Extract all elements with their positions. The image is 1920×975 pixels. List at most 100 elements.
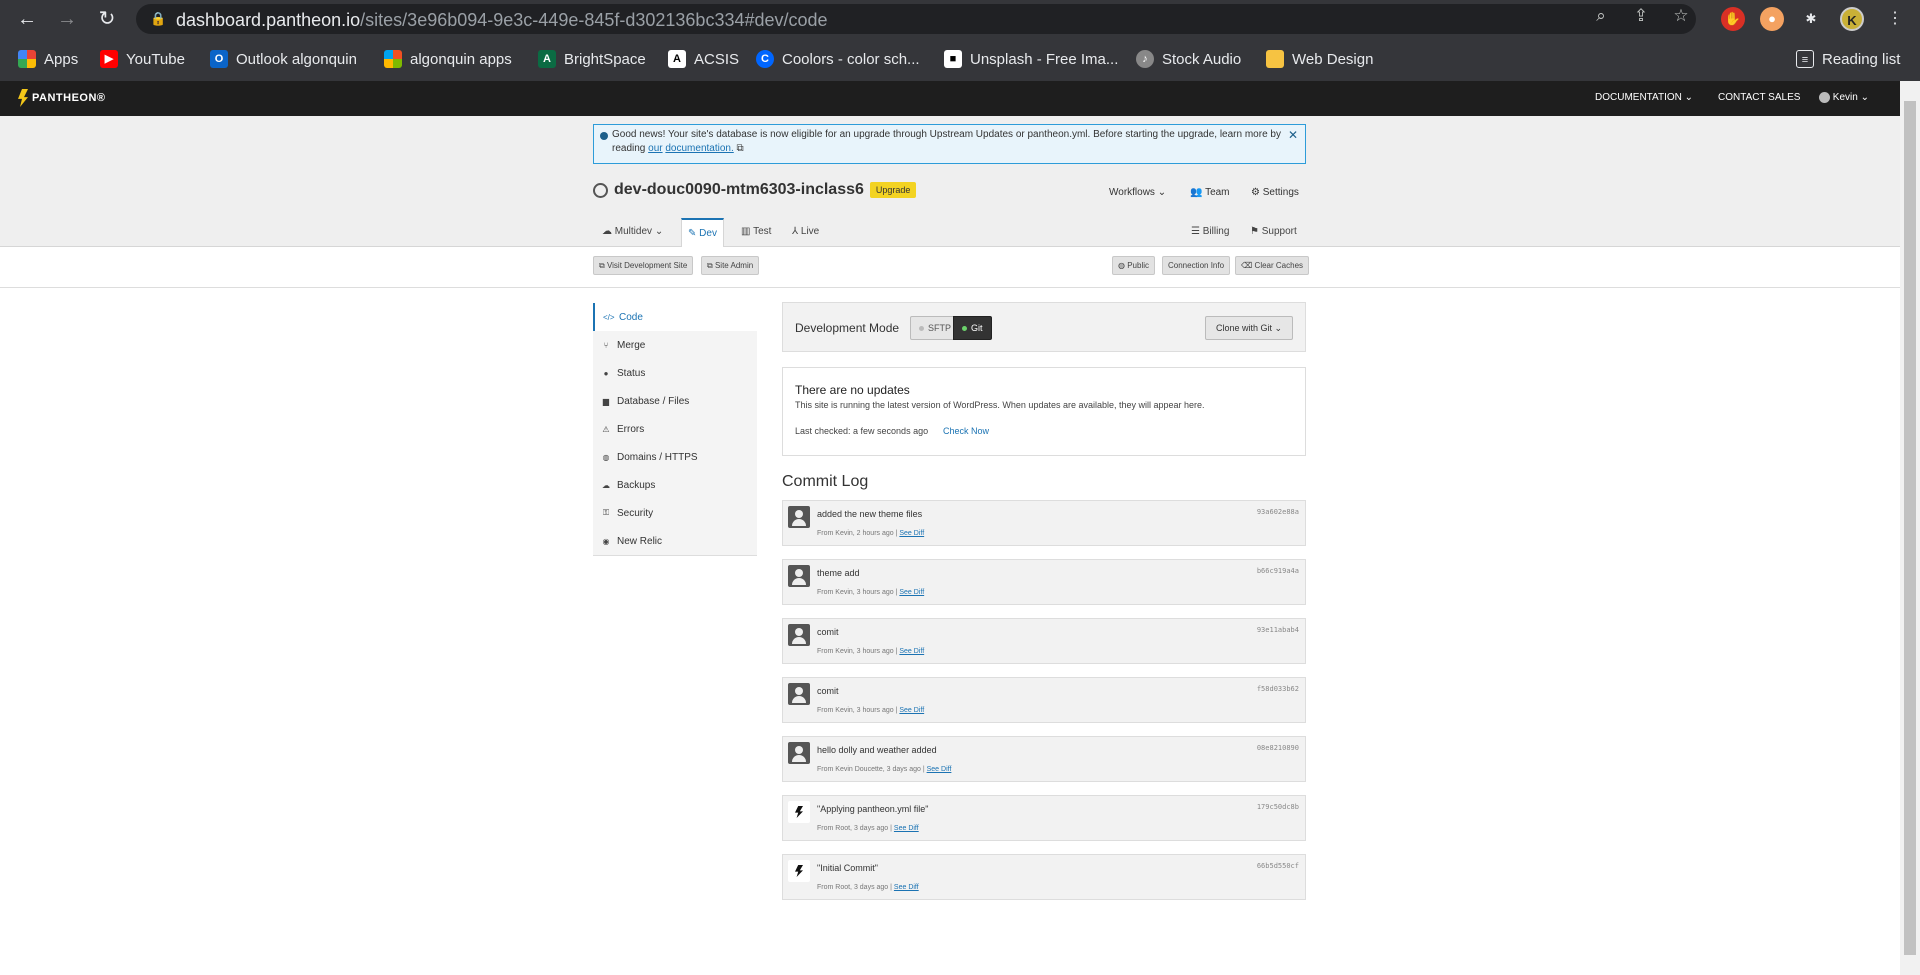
tab-test[interactable]: ▥ Test xyxy=(735,218,777,246)
commit-row: "Applying pantheon.yml file" 179c50dc8b … xyxy=(782,795,1306,841)
workflows-menu[interactable]: Workflows ⌄ xyxy=(1109,187,1166,198)
public-button[interactable]: ◍ Public xyxy=(1112,256,1156,275)
site-title: dev-douc0090-mtm6303-inclass6 Upgrade xyxy=(593,181,917,199)
user-avatar-icon xyxy=(788,565,810,587)
updates-description: This site is running the latest version … xyxy=(795,400,1205,410)
see-diff-link[interactable]: See Diff xyxy=(899,648,924,655)
user-avatar-icon xyxy=(788,506,810,528)
external-link-icon: ⧉ xyxy=(733,143,744,154)
sidenav-item-domains-https[interactable]: ◍ Domains / HTTPS xyxy=(593,443,757,471)
bookmark-stock-audio[interactable]: ♪ Stock Audio xyxy=(1136,48,1241,70)
user-avatar-icon xyxy=(788,742,810,764)
commit-meta: From Kevin, 3 hours ago | See Diff xyxy=(817,589,925,596)
acsis-icon: A xyxy=(668,50,686,68)
contact-sales-link[interactable]: CONTACT SALES xyxy=(1718,92,1800,103)
pantheon-logo[interactable]: PANTHEON ® xyxy=(18,89,106,107)
user-menu[interactable]: Kevin ⌄ xyxy=(1819,92,1869,103)
adblock-extension-icon[interactable]: ✋ xyxy=(1721,7,1745,31)
bookmark-unsplash[interactable]: ■ Unsplash - Free Ima... xyxy=(944,48,1118,70)
reading-list[interactable]: ≡ Reading list xyxy=(1796,48,1900,70)
bookmark-algonquin-apps[interactable]: algonquin apps xyxy=(384,48,512,70)
reload-icon[interactable]: ↻ xyxy=(94,6,120,32)
sidenav-item-backups[interactable]: ☁ Backups xyxy=(593,471,757,499)
bookmark-web-design[interactable]: Web Design xyxy=(1266,48,1373,70)
bookmark-youtube[interactable]: ▶ YouTube xyxy=(100,48,185,70)
menu-icon[interactable]: ⋮ xyxy=(1882,6,1908,32)
team-icon: 👥 xyxy=(1190,187,1203,198)
environment-sidenav: </> Code ⑂ Merge ● Status ▆ Database / Files… xyxy=(593,303,757,556)
bookmark-brightspace[interactable]: A BrightSpace xyxy=(538,48,646,70)
bookmark-acsis[interactable]: A ACSIS xyxy=(668,48,739,70)
billing-link[interactable]: ☰ Billing xyxy=(1185,218,1235,246)
address-bar[interactable]: 🔒 dashboard.pantheon.io/sites/3e96b094-9… xyxy=(136,4,1696,34)
page-scrollbar[interactable] xyxy=(1900,81,1920,975)
sidenav-item-database-files[interactable]: ▆ Database / Files xyxy=(593,387,757,415)
wrench-icon: ✎ xyxy=(688,228,697,239)
see-diff-link[interactable]: See Diff xyxy=(927,766,952,773)
see-diff-link[interactable]: See Diff xyxy=(899,530,924,537)
see-diff-link[interactable]: See Diff xyxy=(894,884,919,891)
back-icon[interactable]: ← xyxy=(14,6,40,32)
updates-panel: There are no updates This site is runnin… xyxy=(782,367,1306,456)
tab-dev[interactable]: ✎ Dev xyxy=(681,218,724,248)
bookmark-star-icon[interactable]: ☆ xyxy=(1670,5,1692,27)
commit-message: hello dolly and weather added xyxy=(817,745,937,755)
puzzle-icon[interactable]: ✱ xyxy=(1799,7,1823,31)
tab-live[interactable]: ⅄ Live xyxy=(786,218,825,246)
bookmark-apps[interactable]: Apps xyxy=(18,48,78,70)
pantheon-bolt-icon xyxy=(788,801,810,823)
sidenav-item-status[interactable]: ● Status xyxy=(593,359,757,387)
check-now-link[interactable]: Check Now xyxy=(943,426,989,436)
chevron-down-icon: ⌄ xyxy=(1860,92,1869,104)
browser-chrome: ← → ↻ 🔒 dashboard.pantheon.io/sites/3e96… xyxy=(0,0,1920,81)
close-icon[interactable]: ✕ xyxy=(1288,128,1298,142)
see-diff-link[interactable]: See Diff xyxy=(899,707,924,714)
globe-icon: ◍ xyxy=(602,452,610,462)
connection-info-button[interactable]: Connection Info xyxy=(1162,256,1231,275)
extension-icon[interactable]: ● xyxy=(1760,7,1784,31)
see-diff-link[interactable]: See Diff xyxy=(894,825,919,832)
zoom-icon[interactable]: ⌕ xyxy=(1590,5,1612,27)
tab-multidev[interactable]: ☁ Multidev ⌄ xyxy=(596,218,669,246)
user-avatar-icon xyxy=(1819,92,1830,103)
globe-icon: ◍ xyxy=(1118,261,1125,270)
sidenav-item-merge[interactable]: ⑂ Merge xyxy=(593,331,757,359)
see-diff-link[interactable]: See Diff xyxy=(899,589,924,596)
commit-row: hello dolly and weather added 08e8210890… xyxy=(782,736,1306,782)
commit-hash: 66b5d550cf xyxy=(1256,862,1299,870)
scrollbar-thumb[interactable] xyxy=(1904,101,1916,955)
sidenav-item-new-relic[interactable]: ◉ New Relic xyxy=(593,527,757,555)
site-admin-button[interactable]: ⧉ Site Admin xyxy=(701,256,760,275)
lock-icon: 🔒 xyxy=(150,11,167,26)
forward-icon[interactable]: → xyxy=(54,6,80,32)
clear-caches-button[interactable]: ⌫ Clear Caches xyxy=(1235,256,1310,275)
code-icon: </> xyxy=(603,312,615,322)
team-link[interactable]: 👥 Team xyxy=(1190,187,1230,198)
sidenav-item-security[interactable]: ⚿ Security xyxy=(593,499,757,527)
bookmark-outlook[interactable]: O Outlook algonquin xyxy=(210,48,357,70)
git-toggle[interactable]: Git xyxy=(953,316,992,340)
environment-actions-bar: ⧉ Visit Development Site ⧉ Site Admin ◍ … xyxy=(0,247,1900,288)
status-dot xyxy=(919,326,924,332)
eye-icon: ◉ xyxy=(602,536,610,546)
commit-meta: From Kevin, 3 hours ago | See Diff xyxy=(817,707,925,714)
reading-list-icon: ≡ xyxy=(1796,50,1814,68)
documentation-menu[interactable]: DOCUMENTATION ⌄ xyxy=(1595,92,1693,103)
banner-link-our[interactable]: our xyxy=(648,143,662,154)
share-icon[interactable]: ⇪ xyxy=(1630,5,1652,27)
banner-link-documentation[interactable]: documentation. xyxy=(665,143,733,154)
bookmark-coolors[interactable]: C Coolors - color sch... xyxy=(756,48,920,70)
user-avatar-icon xyxy=(788,624,810,646)
url-text[interactable]: dashboard.pantheon.io/sites/3e96b094-9e3… xyxy=(176,10,828,31)
outlook-icon: O xyxy=(210,50,228,68)
visit-site-button[interactable]: ⧉ Visit Development Site xyxy=(593,256,694,275)
upgrade-badge[interactable]: Upgrade xyxy=(869,182,917,198)
commit-log-heading: Commit Log xyxy=(782,473,869,490)
support-link[interactable]: ⚑ Support xyxy=(1244,218,1303,246)
sidenav-item-code[interactable]: </> Code xyxy=(593,303,757,331)
sidenav-item-errors[interactable]: ⚠ Errors xyxy=(593,415,757,443)
settings-link[interactable]: ⚙ Settings xyxy=(1251,187,1299,198)
clone-with-git-button[interactable]: Clone with Git ⌄ xyxy=(1205,316,1293,340)
profile-avatar[interactable]: K xyxy=(1840,7,1864,31)
commit-hash: 93a602e88a xyxy=(1256,508,1299,516)
